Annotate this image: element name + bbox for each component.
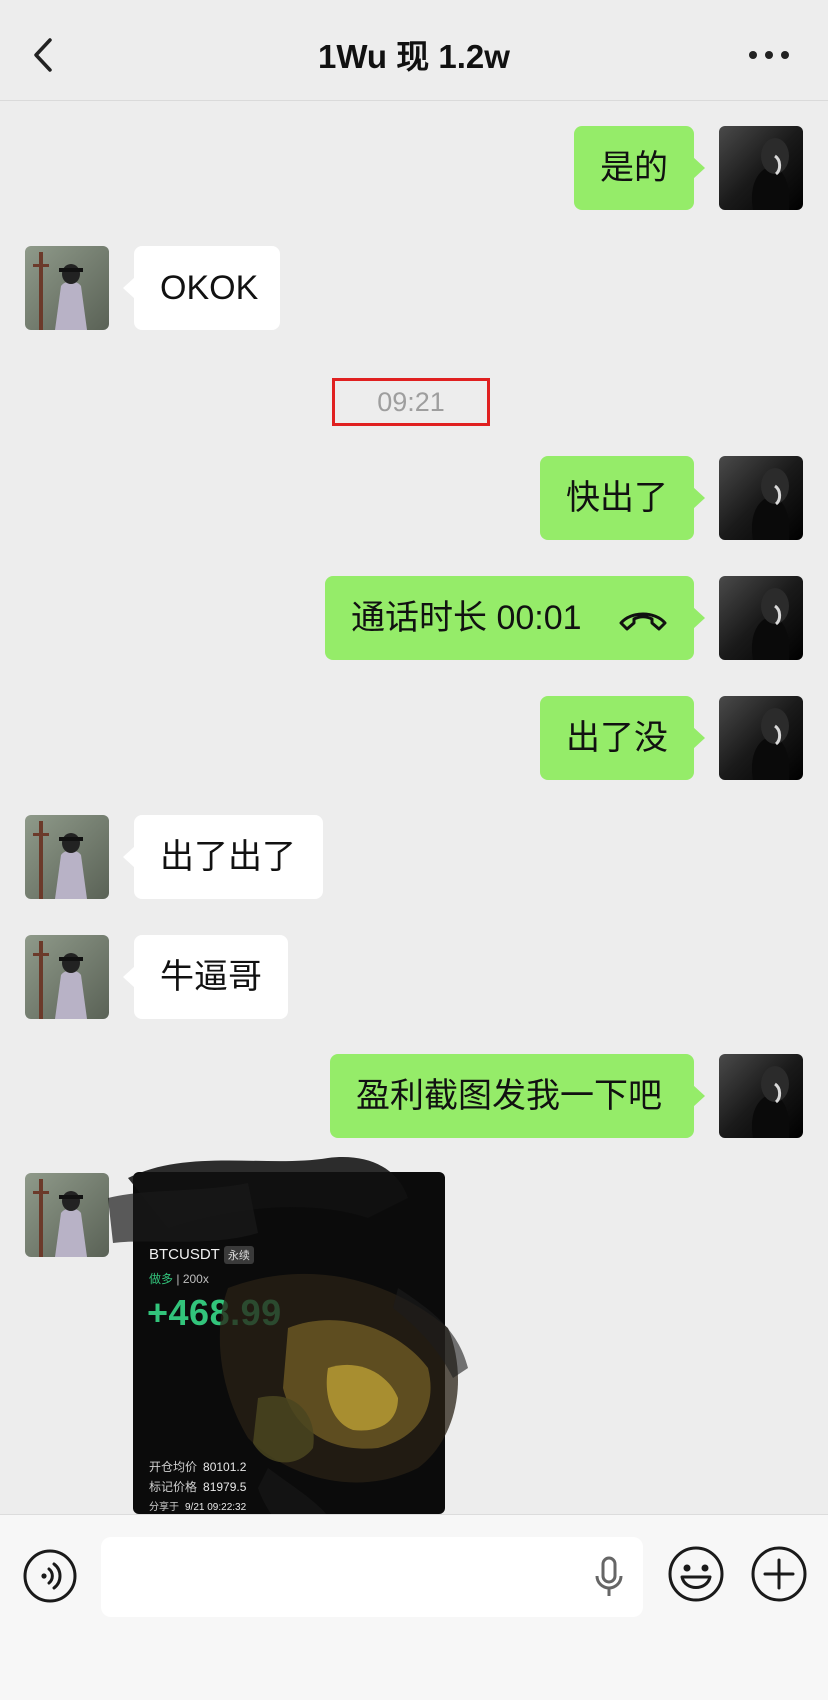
message-input[interactable]: [101, 1537, 643, 1617]
emoji-icon: [668, 1546, 724, 1602]
call-record-message[interactable]: 通话时长 00:01: [325, 576, 705, 660]
mark-price: 标记价格 81979.5: [149, 1480, 247, 1494]
message-incoming[interactable]: 牛逼哥: [123, 935, 288, 1019]
more-functions-button[interactable]: [750, 1545, 808, 1608]
more-button[interactable]: [744, 38, 794, 72]
message-timestamp: 09:21: [332, 378, 490, 426]
my-avatar[interactable]: [719, 696, 803, 780]
voice-mode-icon: [23, 1549, 77, 1603]
message-text: 出了没: [566, 719, 668, 757]
message-text: 快出了: [566, 479, 668, 517]
message-text: 出了出了: [160, 838, 296, 876]
contact-avatar[interactable]: [25, 935, 109, 1019]
message-text: OKOK: [160, 269, 259, 307]
my-avatar[interactable]: [719, 456, 803, 540]
share-time: 分享于 9/21 09:22:32: [149, 1502, 247, 1513]
message-text: 通话时长 00:01: [351, 599, 582, 637]
contact-avatar[interactable]: [25, 246, 109, 330]
message-incoming[interactable]: 出了出了: [123, 815, 323, 899]
plus-icon: [751, 1546, 807, 1602]
my-avatar[interactable]: [719, 576, 803, 660]
emoji-button[interactable]: [667, 1545, 725, 1608]
trade-pnl: +468.99: [147, 1292, 282, 1333]
input-toolbar: [0, 1514, 828, 1700]
message-outgoing[interactable]: 是的: [574, 126, 705, 210]
trade-screenshot-image[interactable]: BTCUSDT 永续 做多 | 200x +468.99 开仓均价 80101.2 …: [133, 1172, 445, 1514]
chat-title: 1Wu 现 1.2w: [318, 38, 510, 75]
microphone-icon: [595, 1556, 623, 1596]
message-outgoing[interactable]: 盈利截图发我一下吧: [330, 1054, 705, 1138]
trade-symbol: BTCUSDT 永续: [149, 1246, 254, 1265]
message-outgoing[interactable]: 快出了: [540, 456, 705, 540]
chat-header: 1Wu 现 1.2w: [0, 0, 828, 101]
my-avatar[interactable]: [719, 1054, 803, 1138]
contact-avatar[interactable]: [25, 1173, 109, 1257]
entry-price: 开仓均价 80101.2: [149, 1460, 247, 1474]
voice-mode-button[interactable]: [22, 1548, 78, 1609]
voice-input-button[interactable]: [593, 1555, 625, 1604]
message-incoming[interactable]: OKOK: [123, 246, 280, 330]
my-avatar[interactable]: [719, 126, 803, 210]
message-text: 盈利截图发我一下吧: [356, 1077, 662, 1115]
contact-avatar[interactable]: [25, 815, 109, 899]
more-dots-icon: [749, 51, 789, 59]
message-text: 牛逼哥: [160, 958, 262, 996]
trade-side: 做多 | 200x: [149, 1272, 209, 1286]
contract-tag: 永续: [223, 1246, 254, 1265]
message-outgoing[interactable]: 出了没: [540, 696, 705, 780]
message-text: 是的: [600, 149, 668, 187]
phone-hangup-icon: [619, 612, 667, 631]
